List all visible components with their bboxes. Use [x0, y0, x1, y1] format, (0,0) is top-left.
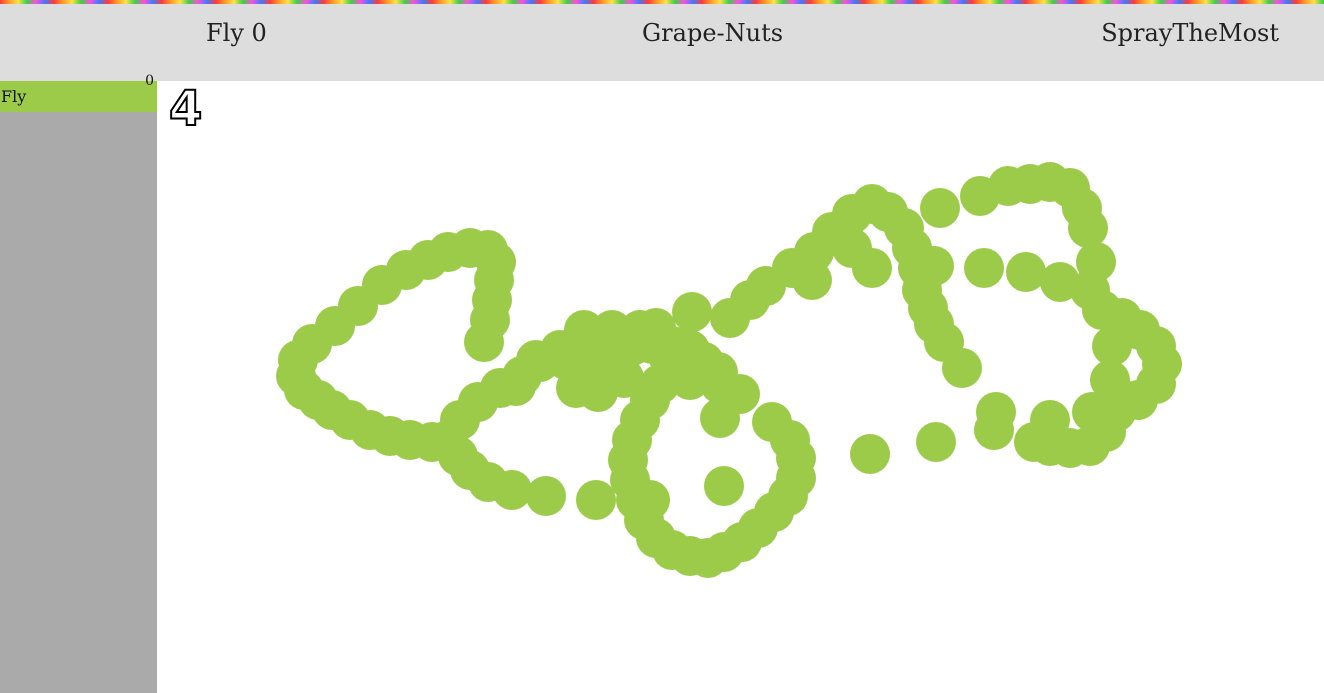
spray-dot: [1072, 392, 1112, 432]
spray-dot: [1068, 208, 1108, 248]
spray-dot: [1030, 400, 1070, 440]
countdown-timer: 4: [168, 80, 203, 138]
spray-dot: [526, 476, 566, 516]
player-list: Fly 0: [0, 73, 157, 693]
spray-dot: [1092, 326, 1132, 366]
spray-dot: [792, 260, 832, 300]
spray-dot: [492, 470, 532, 510]
player-score: 0: [145, 73, 154, 89]
spray-dot: [974, 410, 1014, 450]
spray-dot: [700, 398, 740, 438]
player-name: Fly: [1, 87, 27, 106]
spray-dot: [670, 360, 710, 400]
spray-dot: [576, 480, 616, 520]
spray-dot: [850, 434, 890, 474]
spray-dot: [630, 480, 670, 520]
spray-dot: [914, 246, 954, 286]
drawing-canvas[interactable]: 4: [157, 80, 1324, 693]
spray-dot: [516, 340, 556, 380]
player-row[interactable]: Fly 0: [0, 73, 157, 112]
spray-dot: [920, 188, 960, 228]
spray-dot: [852, 248, 892, 288]
spray-dot: [752, 402, 792, 442]
spray-dot: [916, 422, 956, 462]
game-title: SprayTheMost: [1101, 19, 1279, 47]
spray-dot: [704, 466, 744, 506]
word-prompt: Grape-Nuts: [642, 19, 784, 47]
spray-dot: [942, 348, 982, 388]
spray-drawing: [276, 162, 1182, 578]
spray-dot: [964, 248, 1004, 288]
spray-dot: [1006, 252, 1046, 292]
current-player-score: Fly 0: [206, 19, 267, 47]
spray-dot: [672, 292, 712, 332]
game-header: Fly 0 Grape-Nuts SprayTheMost: [0, 4, 1324, 81]
